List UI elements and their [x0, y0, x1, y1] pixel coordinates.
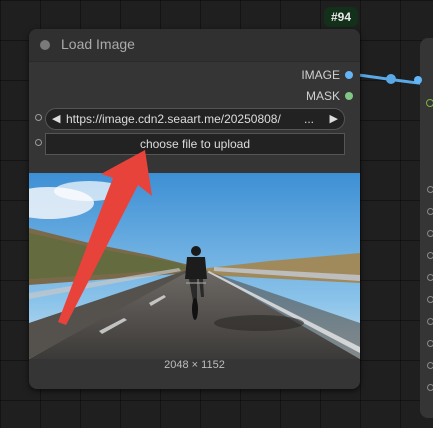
- image-combo-widget[interactable]: ◀ https://image.cdn2.seaart.me/20250808/…: [45, 108, 345, 130]
- connected-slot[interactable]: [427, 230, 433, 237]
- combo-next-arrow-icon[interactable]: ▶: [330, 109, 338, 129]
- output-image-socket[interactable]: [345, 71, 353, 79]
- connected-slot[interactable]: [427, 208, 433, 215]
- connected-slot[interactable]: [427, 186, 433, 193]
- connected-slot[interactable]: [427, 384, 433, 391]
- link-midpoint-handle[interactable]: [386, 74, 396, 84]
- connected-slot[interactable]: [427, 318, 433, 325]
- image-preview: [29, 173, 360, 359]
- connected-slot[interactable]: [427, 252, 433, 259]
- connected-slot[interactable]: [427, 296, 433, 303]
- node-title: Load Image: [61, 36, 135, 52]
- connected-output-socket[interactable]: [426, 99, 433, 107]
- upload-widget-input-socket[interactable]: [35, 139, 42, 146]
- node-id-badge: #94: [324, 7, 358, 27]
- connected-input-socket[interactable]: [414, 76, 422, 84]
- output-mask-label: MASK: [305, 89, 340, 103]
- connected-slot[interactable]: [427, 274, 433, 281]
- combo-prev-arrow-icon[interactable]: ◀: [52, 109, 60, 129]
- connected-node-partial[interactable]: [414, 38, 433, 418]
- connected-slot[interactable]: [427, 340, 433, 347]
- output-mask-socket[interactable]: [345, 92, 353, 100]
- node-header[interactable]: Load Image: [29, 29, 360, 62]
- collapse-dot-icon[interactable]: [40, 40, 50, 50]
- choose-file-upload-button[interactable]: choose file to upload: [45, 133, 345, 155]
- load-image-node[interactable]: Load Image IMAGE MASK ◀ https://image.cd…: [29, 29, 360, 389]
- image-widget-input-socket[interactable]: [35, 114, 42, 121]
- combo-value: https://image.cdn2.seaart.me/20250808/: [66, 112, 281, 126]
- connected-slot[interactable]: [427, 362, 433, 369]
- combo-ellipsis: ...: [304, 112, 315, 126]
- image-dimensions-label: 2048 × 1152: [164, 359, 225, 371]
- output-image-label: IMAGE: [301, 68, 340, 82]
